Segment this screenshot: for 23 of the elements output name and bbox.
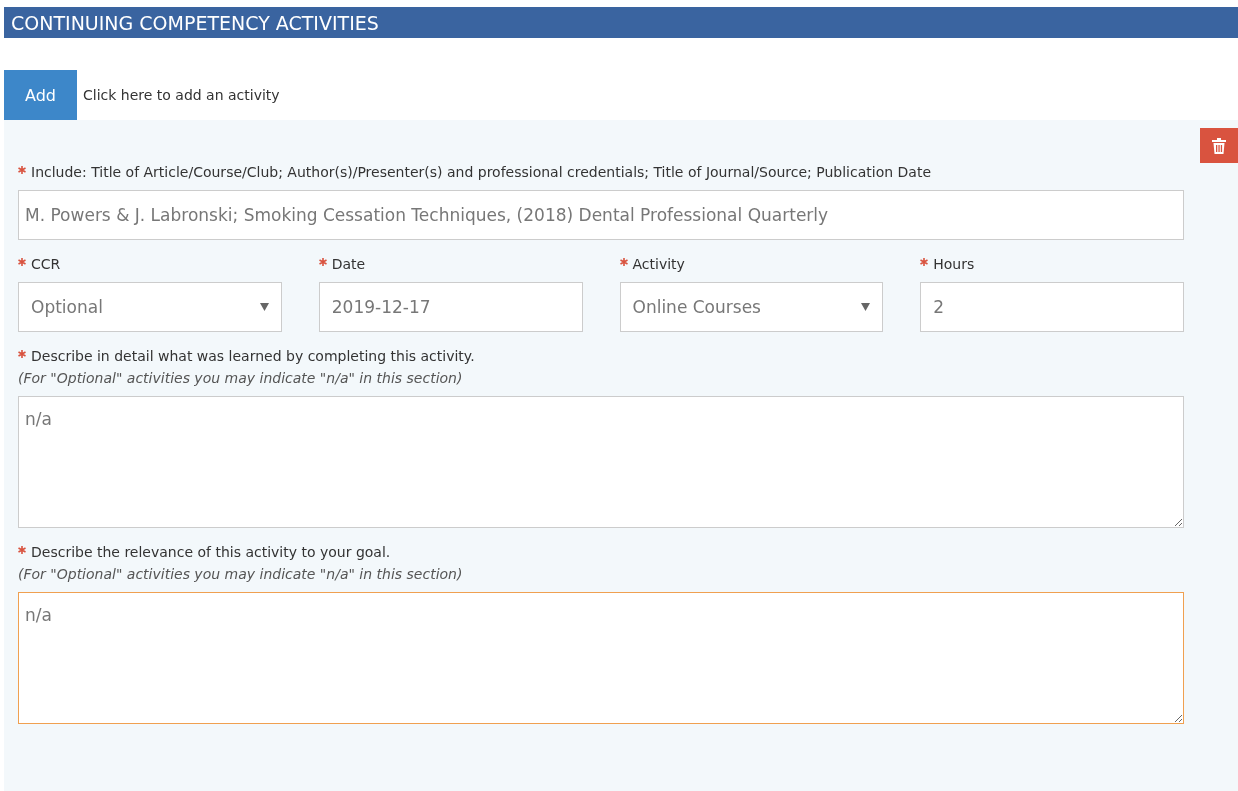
- field-label: Activity: [632, 256, 685, 272]
- field-label: Describe the relevance of this activity to your goal.: [31, 544, 391, 560]
- dropdown[interactable]: Online Courses: [619, 282, 884, 332]
- field-label: Describe in detail what was learned by completing this activity.: [31, 348, 475, 364]
- input-field[interactable]: 2019-12-17: [318, 282, 583, 332]
- field-label: Hours: [933, 256, 975, 272]
- source-field[interactable]: M. Powers & J. Labronski; Smoking Cessation Techniques, (2018) Dental Professional Quarterly: [18, 190, 1184, 240]
- delete-button[interactable]: [1200, 128, 1238, 163]
- field-label: Date: [331, 256, 366, 272]
- field-label: Include: Title of Article/Course/Club; Author(s)/Presenter(s) and professional credentials; Title of Journal/Source; Publication Date: [31, 164, 931, 180]
- dropdown[interactable]: Optional: [18, 282, 282, 332]
- caret-icon: [861, 303, 871, 311]
- field-hint: (For "Optional" activities you may indicate "n/a" in this section): [18, 370, 464, 386]
- caret-icon: [259, 303, 269, 311]
- section-title: CONTINUING COMPETENCY ACTIVITIES: [11, 11, 379, 34]
- field-label: CCR: [31, 256, 61, 272]
- add-button[interactable]: Add: [4, 70, 77, 120]
- text-area[interactable]: n/a: [18, 592, 1184, 724]
- trash-icon: [1212, 137, 1226, 154]
- field-hint: (For "Optional" activities you may indicate "n/a" in this section): [18, 566, 464, 582]
- text-area[interactable]: n/a: [18, 396, 1184, 528]
- input-field[interactable]: 2: [920, 282, 1184, 332]
- add-hint: Click here to add an activity: [83, 87, 280, 103]
